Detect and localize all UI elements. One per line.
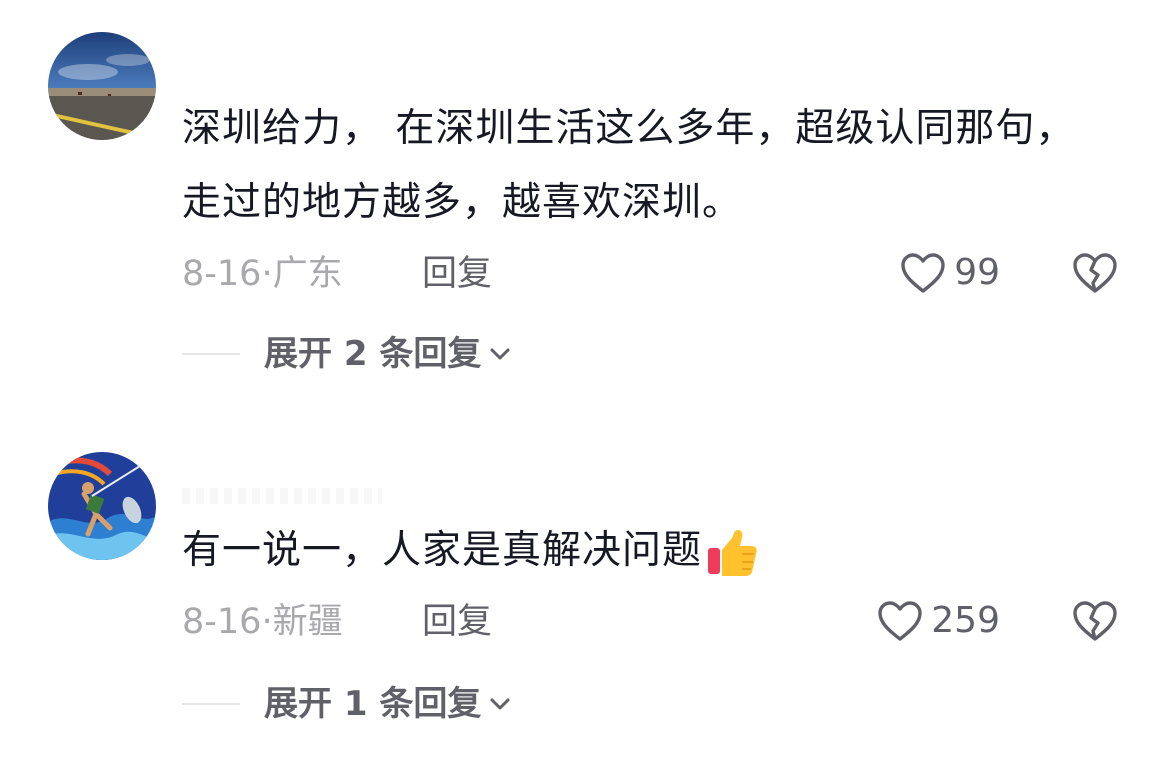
like-button[interactable]: 259 <box>877 600 1000 642</box>
broken-heart-icon[interactable] <box>1072 600 1118 642</box>
like-count: 259 <box>931 600 1000 641</box>
expand-replies-button[interactable]: 展开 1 条回复 <box>182 684 511 724</box>
comment-item: 有一说一，人家是真解决问题 8-16·新疆 回复 259 展开 1 条回复 <box>0 0 1170 762</box>
thumbs-up-icon <box>708 529 757 576</box>
divider-line <box>182 703 240 705</box>
comment-text-content: 有一说一，人家是真解决问题 <box>182 528 703 573</box>
reply-button[interactable]: 回复 <box>422 602 492 642</box>
expand-replies-label: 展开 1 条回复 <box>264 684 482 724</box>
comment-meta: 8-16·新疆 <box>182 602 343 642</box>
fisherman-art-avatar-icon <box>48 452 156 560</box>
comment-location: 新疆 <box>272 602 343 642</box>
comment-text: 有一说一，人家是真解决问题 <box>182 514 1112 588</box>
meta-separator: · <box>261 602 273 642</box>
username-placeholder <box>182 488 382 504</box>
comment-date: 8-16 <box>182 602 262 642</box>
avatar[interactable] <box>48 452 156 560</box>
chevron-down-icon <box>490 698 510 710</box>
heart-icon <box>878 601 922 641</box>
